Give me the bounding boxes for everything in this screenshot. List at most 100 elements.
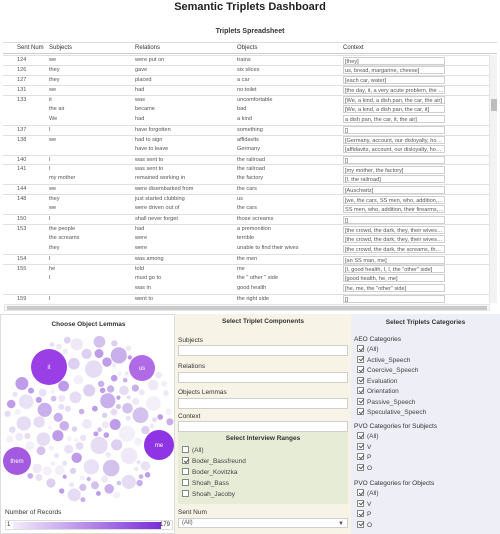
lemma-bubble[interactable]	[38, 388, 47, 397]
context-input[interactable]	[178, 421, 348, 432]
table-row[interactable]: 127 they placed a car [each car, water]	[3, 74, 489, 85]
lemma-bubble[interactable]	[59, 488, 65, 494]
category-option[interactable]: (All)	[357, 432, 379, 442]
lemma-bubble-chart[interactable]: it us me them	[1, 331, 176, 507]
lemma-bubble[interactable]	[15, 377, 29, 390]
checkbox[interactable]	[357, 366, 364, 373]
checkbox[interactable]	[357, 355, 364, 363]
lemma-bubble[interactable]	[64, 405, 71, 412]
checkbox[interactable]	[182, 490, 189, 497]
lemma-bubble[interactable]	[63, 336, 71, 344]
lemma-bubble[interactable]	[54, 453, 59, 459]
lemma-bubble[interactable]	[91, 481, 99, 490]
lemma-bubble[interactable]	[27, 473, 34, 479]
lemma-bubble[interactable]	[16, 416, 31, 431]
lemma-bubble[interactable]	[120, 447, 138, 465]
lemma-bubble[interactable]	[42, 466, 52, 476]
lemma-bubble[interactable]	[79, 475, 85, 481]
lemma-bubble[interactable]	[125, 415, 131, 421]
lemma-bubble[interactable]	[110, 374, 118, 382]
lemma-bubble[interactable]	[79, 483, 87, 491]
lemma-bubble[interactable]	[127, 355, 132, 360]
lemma-bubble[interactable]	[141, 425, 150, 435]
checkbox[interactable]	[182, 457, 189, 464]
lemma-bubble[interactable]	[36, 446, 46, 456]
lemma-bubble[interactable]	[52, 430, 64, 442]
table-row[interactable]: they were unable to find their wives [the c…	[3, 244, 489, 253]
category-option[interactable]: Active_Speech	[357, 355, 410, 366]
category-option[interactable]: V	[357, 499, 371, 510]
table-row[interactable]: 155 he told me [I, good health, I, I, the "o…	[3, 263, 489, 274]
lemma-bubble[interactable]	[53, 412, 63, 422]
lemma-bubble[interactable]	[46, 478, 56, 488]
lemma-bubble[interactable]	[25, 441, 35, 451]
lemma-bubble[interactable]	[71, 452, 82, 463]
horizontal-scrollbar[interactable]	[4, 304, 490, 311]
checkbox[interactable]	[357, 345, 364, 352]
checkbox[interactable]	[357, 520, 364, 528]
lemma-bubble[interactable]	[64, 444, 74, 454]
lemma-bubble[interactable]	[90, 436, 108, 454]
lemma-bubble[interactable]	[133, 466, 139, 472]
lemma-bubble[interactable]	[67, 488, 81, 502]
lemma-bubble[interactable]	[58, 380, 69, 392]
lemma-bubble[interactable]	[83, 459, 100, 475]
lemma-bubble[interactable]	[126, 395, 131, 400]
lemma-bubble[interactable]	[82, 418, 92, 429]
lemma-bubble[interactable]	[74, 438, 79, 443]
lemma-bubble[interactable]	[140, 461, 151, 471]
lemma-bubble[interactable]	[124, 371, 129, 376]
checkbox[interactable]	[357, 387, 364, 394]
checkbox[interactable]	[357, 499, 364, 507]
lemma-bubble[interactable]	[58, 403, 65, 410]
lemma-bubble[interactable]	[35, 396, 42, 403]
lemma-bubble[interactable]	[136, 460, 141, 465]
lemma-bubble[interactable]	[32, 463, 42, 474]
lemma-bubble[interactable]	[106, 385, 115, 393]
table-row[interactable]: Imust go to the " other " side [good healt…	[3, 274, 489, 283]
header-objects[interactable]: Objects	[237, 45, 257, 51]
lemma-bubble[interactable]	[99, 387, 106, 394]
lemma-bubble[interactable]	[118, 425, 136, 442]
lemma-bubble[interactable]	[93, 431, 99, 437]
checkbox[interactable]	[357, 442, 364, 450]
lemma-bubble[interactable]	[155, 371, 162, 379]
lemma-bubble[interactable]	[163, 390, 169, 397]
lemma-bubble[interactable]	[132, 398, 140, 405]
checkbox[interactable]	[357, 408, 364, 415]
lemma-bubble[interactable]	[49, 342, 55, 347]
lemma-bubble[interactable]	[85, 360, 103, 378]
lemma-bubble[interactable]	[75, 442, 84, 450]
lemma-bubble[interactable]	[121, 474, 136, 489]
checkbox[interactable]	[182, 479, 189, 486]
table-row[interactable]: 148 they just started clubbing us [we, the c…	[3, 194, 489, 204]
lemma-bubble[interactable]	[101, 475, 109, 483]
table-row[interactable]: have to leave Germany [affidavits, account…	[3, 145, 489, 154]
lemma-bubble[interactable]	[101, 421, 109, 429]
lemma-bubble[interactable]	[71, 426, 78, 432]
table-row[interactable]: We had a kind a dish pan, the car, it, the …	[3, 115, 489, 124]
lemma-bubble[interactable]	[104, 484, 114, 494]
lemma-bubble[interactable]	[138, 389, 145, 396]
header-context[interactable]: Context	[343, 45, 364, 51]
objects-lemmas-input[interactable]	[178, 398, 348, 409]
table-row[interactable]: 153 the people had a premonition [the crowd,…	[3, 224, 489, 234]
lemma-bubble[interactable]	[166, 418, 174, 426]
category-option[interactable]: Speculative_Speech	[357, 408, 426, 418]
lemma-bubble[interactable]	[73, 374, 84, 385]
lemma-bubble[interactable]	[103, 432, 110, 438]
lemma-bubble[interactable]	[109, 419, 121, 430]
lemma-bubble[interactable]	[144, 472, 151, 478]
lemma-bubble[interactable]	[116, 480, 122, 486]
category-option[interactable]: O	[357, 520, 372, 531]
lemma-bubble[interactable]	[47, 425, 53, 430]
checkbox[interactable]	[357, 397, 364, 405]
lemma-bubble[interactable]	[122, 403, 133, 414]
lemma-bubble[interactable]	[96, 491, 101, 496]
lemma-bubble[interactable]	[102, 459, 120, 477]
lemma-bubble[interactable]	[132, 407, 149, 424]
lemma-bubble[interactable]	[138, 474, 144, 479]
lemma-bubble[interactable]	[62, 460, 68, 466]
checkbox[interactable]	[357, 432, 364, 439]
header-sent-num[interactable]: Sent Num	[17, 45, 44, 51]
